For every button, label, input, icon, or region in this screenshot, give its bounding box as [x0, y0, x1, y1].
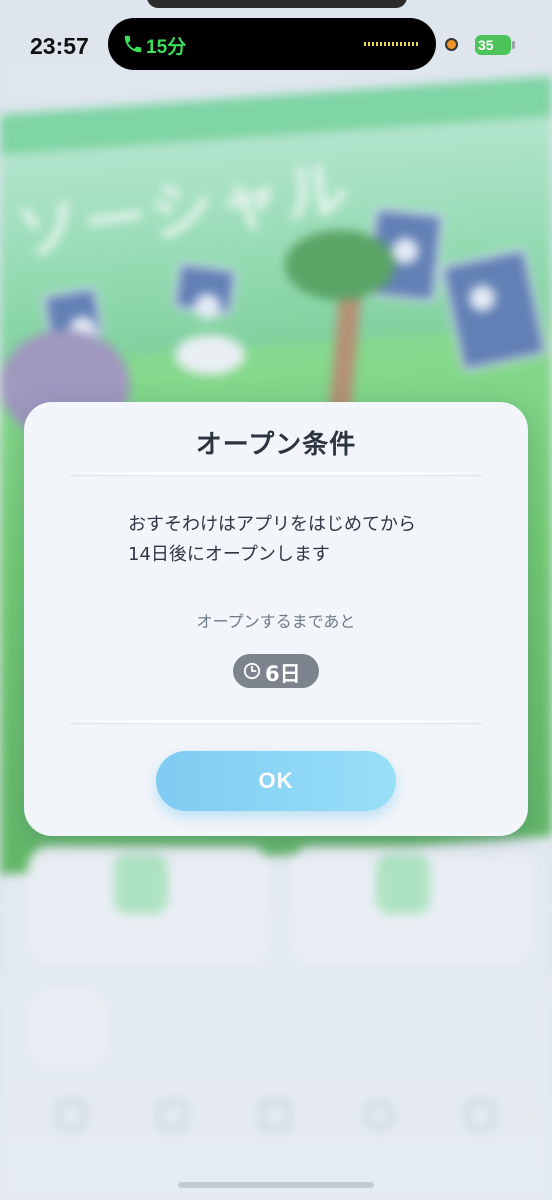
ok-button[interactable]: OK: [156, 751, 396, 811]
remaining-days-badge: 6日: [233, 654, 319, 688]
dialog-title: オープン条件: [195, 430, 357, 460]
divider: [70, 472, 482, 475]
remaining-label: オープンするまであと: [196, 612, 356, 631]
status-time: 23:57: [30, 33, 89, 59]
battery-level: 35: [478, 37, 494, 53]
message-line-2: 14日後にオープンします: [128, 544, 330, 565]
call-duration: 15分: [146, 37, 187, 58]
home-indicator[interactable]: [178, 1182, 374, 1188]
clock-icon: [243, 662, 261, 680]
remaining-days: 6日: [265, 662, 301, 686]
microphone-indicator-icon: [445, 38, 458, 51]
message-line-1: おすそわけはアプリをはじめてから: [128, 514, 416, 535]
open-condition-dialog: オープン条件 おすそわけはアプリをはじめてから 14日後にオープンします オープ…: [24, 402, 528, 836]
dialog-message: おすそわけはアプリをはじめてから 14日後にオープンします: [128, 510, 468, 570]
battery-icon: 35: [475, 35, 511, 55]
battery-cap: [512, 41, 515, 49]
audio-waveform-icon: [364, 42, 418, 46]
divider: [70, 720, 482, 723]
phone-icon: [124, 35, 142, 53]
dynamic-island-top: [147, 0, 407, 8]
